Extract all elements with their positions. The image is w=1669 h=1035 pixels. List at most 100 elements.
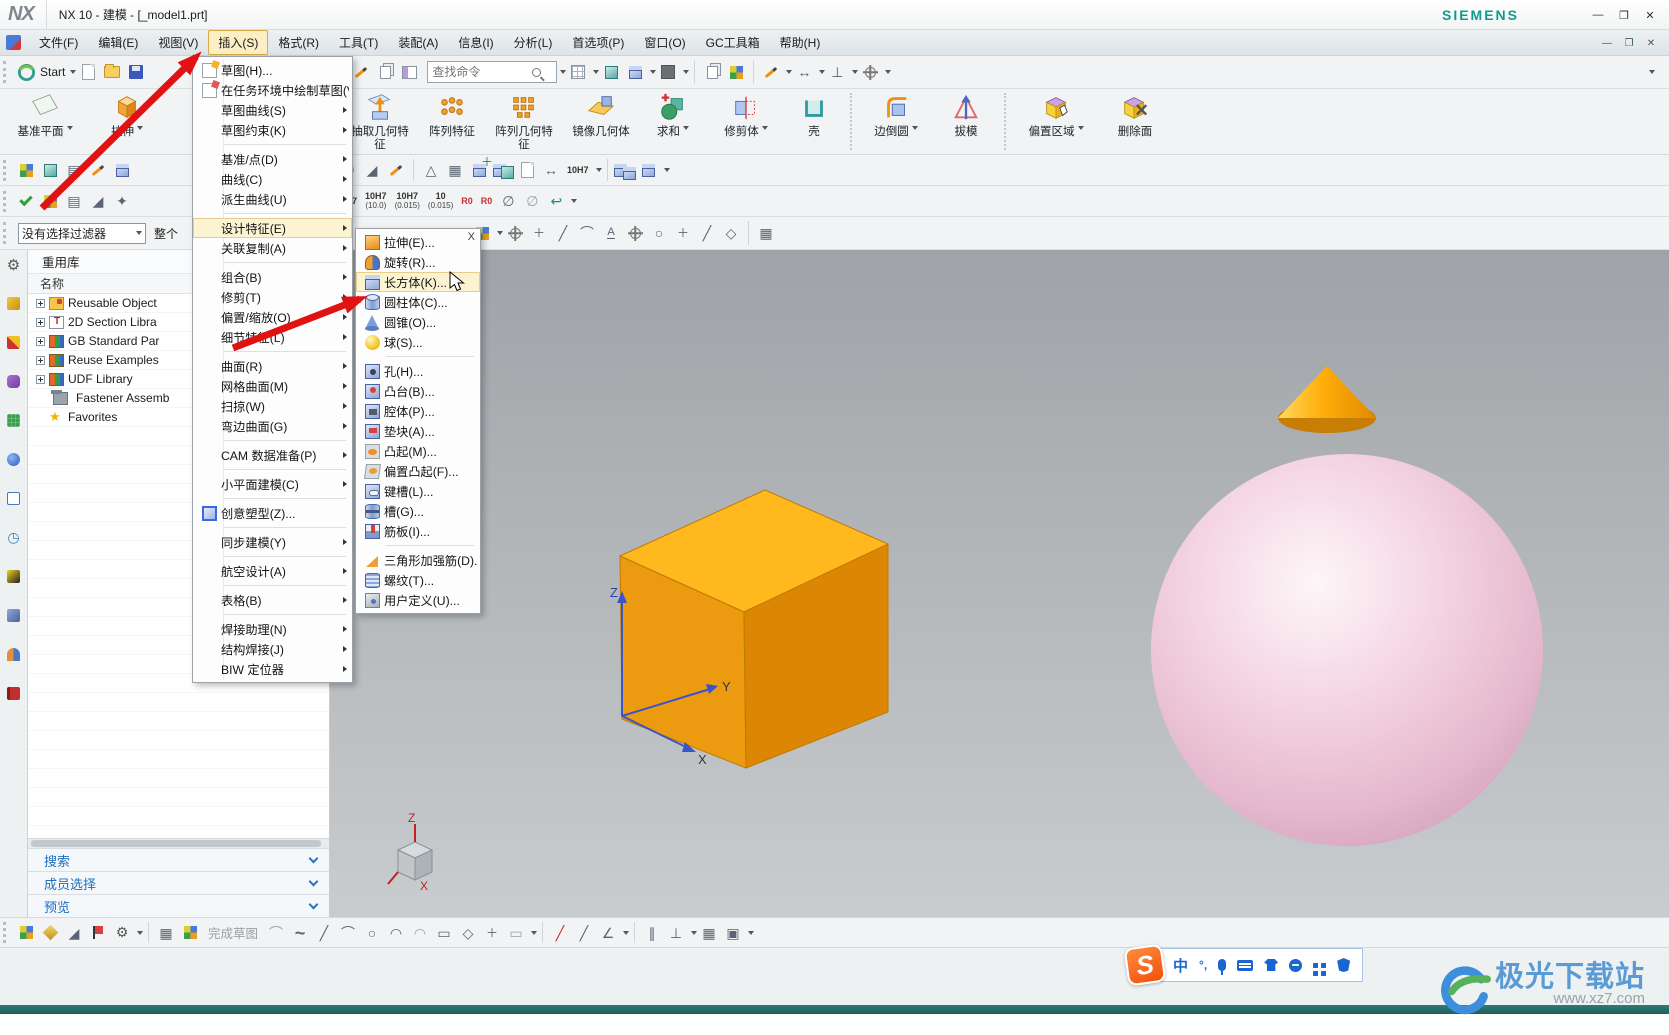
part-navigator-button[interactable] [397, 60, 421, 84]
render-style-button[interactable] [623, 60, 647, 84]
toolbar-grip[interactable] [3, 60, 9, 84]
background-button[interactable] [656, 60, 680, 84]
submenu-item-revolve[interactable]: 旋转(R)... [356, 252, 480, 272]
submenu-item-user-defined[interactable]: 用户定义(U)... [356, 590, 480, 610]
menu-item-weld-assistant[interactable]: 焊接助理(N) [193, 619, 352, 639]
intersection-snap-button[interactable] [671, 221, 695, 245]
line-tool-button[interactable] [312, 921, 336, 945]
graphics-viewport[interactable]: Z Y X Z X [330, 250, 1669, 917]
notes-page-button[interactable] [515, 158, 539, 182]
menu-item-sketch[interactable]: 草图(H)... [193, 60, 352, 80]
start-button[interactable]: Start [40, 65, 65, 79]
return-button[interactable] [544, 189, 568, 213]
ribbon-pattern-feature-button[interactable]: 阵列特征 [420, 89, 484, 154]
dim-chip[interactable]: 10H7 (0.015) [391, 192, 424, 211]
chevron-down-icon[interactable] [137, 930, 143, 935]
menu-item-flange-surface[interactable]: 弯边曲面(G) [193, 416, 352, 436]
menu-item-curve[interactable]: 曲线(C) [193, 169, 352, 189]
new-file-button[interactable] [76, 60, 100, 84]
menu-item-synchronous-modeling[interactable]: 同步建模(Y) [193, 532, 352, 552]
submenu-item-emboss[interactable]: 凸起(M)... [356, 441, 480, 461]
punctuation-button[interactable]: °, [1199, 958, 1207, 972]
submenu-close-button[interactable]: X [468, 231, 475, 243]
tangent-snap-button[interactable] [695, 221, 719, 245]
assembly-navigator-icon[interactable] [5, 295, 22, 312]
menu-item-sketch-in-task[interactable]: 在任务环境中绘制草图(V)... [193, 80, 352, 100]
expand-icon[interactable] [36, 336, 45, 346]
menu-item-facet-modeling[interactable]: 小平面建模(C) [193, 474, 352, 494]
crosshair-button[interactable] [503, 221, 527, 245]
menu-preferences[interactable]: 首选项(P) [562, 30, 634, 55]
horizontal-scrollbar[interactable] [28, 838, 329, 848]
menu-item-detail-feature[interactable]: 细节特征(L) [193, 327, 352, 347]
gear-icon[interactable]: ⚙ [5, 256, 22, 274]
display-options-button[interactable] [721, 921, 745, 945]
spark-button[interactable] [110, 189, 134, 213]
offset-curve-button[interactable] [504, 921, 528, 945]
ribbon-shell-button[interactable]: 壳 [784, 89, 844, 154]
menu-item-trim[interactable]: 修剪(T) [193, 287, 352, 307]
submenu-item-keyslot[interactable]: 键槽(L)... [356, 481, 480, 501]
menu-file[interactable]: 文件(F) [29, 30, 88, 55]
layer-settings-button[interactable] [62, 158, 86, 182]
ribbon-extrude-button[interactable]: 拉伸 [90, 89, 164, 154]
corner-snap-button[interactable] [62, 921, 86, 945]
ribbon-edge-blend-button[interactable]: 边倒圆 [858, 89, 934, 154]
fit-snap-button[interactable] [599, 221, 623, 245]
chevron-down-icon[interactable] [595, 168, 602, 172]
submenu-item-hole[interactable]: 孔(H)... [356, 361, 480, 381]
preview-section-header[interactable]: 预览 [28, 894, 329, 917]
menu-item-associative-copy[interactable]: 关联复制(A) [193, 238, 352, 258]
toolbar-options-icon[interactable] [1649, 70, 1655, 74]
chevron-down-icon[interactable] [66, 126, 73, 130]
arc-tool-button[interactable] [336, 921, 360, 945]
show-hide-button[interactable] [724, 60, 748, 84]
ribbon-pattern-geometry-button[interactable]: 阵列几何特征 [484, 89, 564, 154]
quadrant-snap-button[interactable] [719, 221, 743, 245]
expand-icon[interactable] [36, 298, 45, 308]
sphere-solid[interactable] [1151, 454, 1543, 846]
submenu-item-cylinder[interactable]: 圆柱体(C)... [356, 292, 480, 312]
center-snap-button[interactable] [647, 221, 671, 245]
microphone-icon[interactable] [1218, 959, 1227, 975]
diameter-button[interactable] [496, 189, 520, 213]
annotation-button[interactable] [759, 60, 783, 84]
parallel-constraint-button[interactable] [640, 921, 664, 945]
menu-information[interactable]: 信息(I) [448, 30, 503, 55]
menu-item-biw-locator[interactable]: BIW 定位器 [193, 659, 352, 679]
menu-item-cam-data-preparation[interactable]: CAM 数据准备(P) [193, 445, 352, 465]
edit-object-display-button[interactable] [86, 158, 110, 182]
selection-filter-dropdown[interactable]: 没有选择过滤器 [18, 222, 146, 244]
maximize-button[interactable]: ❐ [1613, 6, 1635, 24]
pattern-face-button[interactable] [467, 158, 491, 182]
minimize-button[interactable]: — [1587, 6, 1609, 24]
member-select-section-header[interactable]: 成员选择 [28, 871, 329, 894]
menu-assemblies[interactable]: 装配(A) [388, 30, 448, 55]
assembly-cubes2-button[interactable] [637, 158, 661, 182]
ok-check-button[interactable] [14, 189, 38, 213]
ribbon-unite-button[interactable]: 求和 [638, 89, 708, 154]
menu-item-realize-shape[interactable]: 创意塑型(Z)... [193, 503, 352, 523]
midpoint-snap-button[interactable] [623, 221, 647, 245]
menu-item-mesh-surface[interactable]: 网格曲面(M) [193, 376, 352, 396]
toolbar-grip[interactable] [3, 159, 9, 181]
menu-item-derived-curve[interactable]: 派生曲线(U) [193, 189, 352, 209]
flag-button[interactable] [86, 921, 110, 945]
submenu-item-sphere[interactable]: 球(S)... [356, 332, 480, 352]
display-mode-button[interactable] [14, 158, 38, 182]
doc-close-button[interactable]: ✕ [1643, 34, 1659, 52]
open-file-button[interactable] [100, 60, 124, 84]
studio-spline-button[interactable] [288, 921, 312, 945]
gold-nugget-button[interactable] [38, 921, 62, 945]
trim-curve-button[interactable] [548, 921, 572, 945]
menu-item-offset-scale[interactable]: 偏置/缩放(O) [193, 307, 352, 327]
toolbar-grip[interactable] [3, 190, 9, 212]
dim-chip[interactable]: 10H7 (10.0) [361, 192, 391, 211]
roles-icon[interactable] [5, 646, 22, 663]
chevron-down-icon[interactable] [623, 930, 630, 935]
triangle-mesh-button[interactable] [419, 158, 443, 182]
submenu-item-extrude[interactable]: 拉伸(E)... [356, 232, 480, 252]
search-section-header[interactable]: 搜索 [28, 848, 329, 871]
menu-item-sketch-curve[interactable]: 草图曲线(S) [193, 100, 352, 120]
menu-item-datum-point[interactable]: 基准/点(D) [193, 149, 352, 169]
